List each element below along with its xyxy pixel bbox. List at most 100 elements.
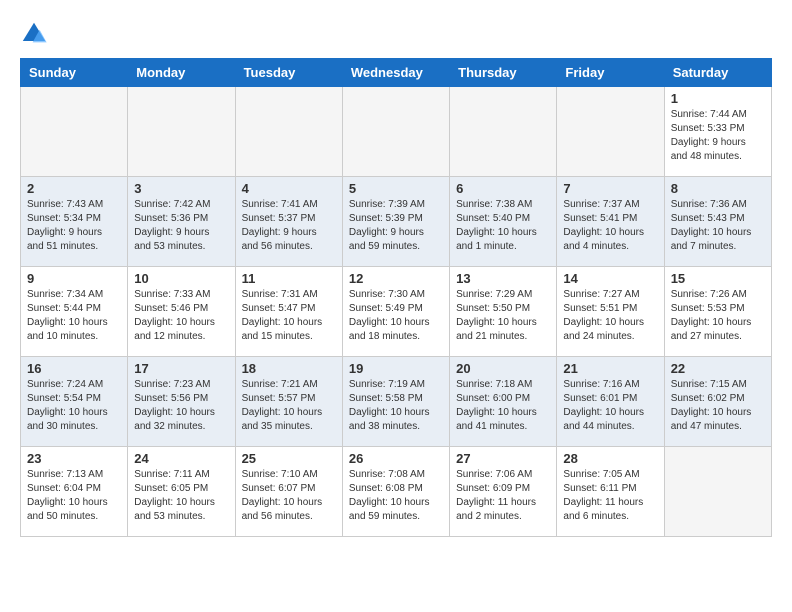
day-number: 1 [671, 91, 765, 106]
calendar-day-cell: 11 Sunrise: 7:31 AM Sunset: 5:47 PM Dayli… [235, 267, 342, 357]
calendar-day-cell: 27 Sunrise: 7:06 AM Sunset: 6:09 PM Dayli… [450, 447, 557, 537]
calendar-day-cell: 18 Sunrise: 7:21 AM Sunset: 5:57 PM Dayli… [235, 357, 342, 447]
day-number: 15 [671, 271, 765, 286]
calendar-day-cell: 12Sunrise: 7:30 AM Sunset: 5:49 PM Dayli… [342, 267, 449, 357]
page-header [20, 20, 772, 48]
day-info-text: Sunrise: 7:30 AM Sunset: 5:49 PM Dayligh… [349, 288, 443, 344]
day-number: 11 [242, 271, 336, 286]
day-number: 13 [456, 271, 550, 286]
day-number: 16 [27, 361, 121, 376]
logo [20, 20, 52, 48]
day-info-text: Sunrise: 7:13 AM Sunset: 6:04 PM Dayligh… [27, 468, 121, 524]
day-info-text: Sunrise: 7:42 AM Sunset: 5:36 PM Dayligh… [134, 198, 228, 254]
day-number: 23 [27, 451, 121, 466]
calendar-day-cell: 3 Sunrise: 7:42 AM Sunset: 5:36 PM Daylig… [128, 177, 235, 267]
day-info-text: Sunrise: 7:34 AM Sunset: 5:44 PM Dayligh… [27, 288, 121, 344]
day-of-week-header: Saturday [664, 59, 771, 87]
day-of-week-header: Wednesday [342, 59, 449, 87]
day-info-text: Sunrise: 7:44 AM Sunset: 5:33 PM Dayligh… [671, 108, 765, 164]
calendar-day-cell [21, 87, 128, 177]
calendar-day-cell: 20 Sunrise: 7:18 AM Sunset: 6:00 PM Dayli… [450, 357, 557, 447]
day-info-text: Sunrise: 7:11 AM Sunset: 6:05 PM Dayligh… [134, 468, 228, 524]
day-info-text: Sunrise: 7:26 AM Sunset: 5:53 PM Dayligh… [671, 288, 765, 344]
calendar-day-cell: 10 Sunrise: 7:33 AM Sunset: 5:46 PM Dayli… [128, 267, 235, 357]
day-info-text: Sunrise: 7:06 AM Sunset: 6:09 PM Dayligh… [456, 468, 550, 524]
day-info-text: Sunrise: 7:39 AM Sunset: 5:39 PM Dayligh… [349, 198, 443, 254]
calendar-day-cell: 23 Sunrise: 7:13 AM Sunset: 6:04 PM Dayli… [21, 447, 128, 537]
day-info-text: Sunrise: 7:41 AM Sunset: 5:37 PM Dayligh… [242, 198, 336, 254]
day-number: 4 [242, 181, 336, 196]
calendar-week-row: 23 Sunrise: 7:13 AM Sunset: 6:04 PM Dayli… [21, 447, 772, 537]
calendar-day-cell [342, 87, 449, 177]
calendar-day-cell: 24 Sunrise: 7:11 AM Sunset: 6:05 PM Dayli… [128, 447, 235, 537]
day-of-week-header: Monday [128, 59, 235, 87]
calendar-day-cell: 1 Sunrise: 7:44 AM Sunset: 5:33 PM Daylig… [664, 87, 771, 177]
calendar-day-cell: 9 Sunrise: 7:34 AM Sunset: 5:44 PM Daylig… [21, 267, 128, 357]
day-number: 2 [27, 181, 121, 196]
day-info-text: Sunrise: 7:33 AM Sunset: 5:46 PM Dayligh… [134, 288, 228, 344]
day-number: 18 [242, 361, 336, 376]
calendar-day-cell: 26 Sunrise: 7:08 AM Sunset: 6:08 PM Dayli… [342, 447, 449, 537]
day-info-text: Sunrise: 7:19 AM Sunset: 5:58 PM Dayligh… [349, 378, 443, 434]
day-info-text: Sunrise: 7:24 AM Sunset: 5:54 PM Dayligh… [27, 378, 121, 434]
day-number: 8 [671, 181, 765, 196]
day-info-text: Sunrise: 7:36 AM Sunset: 5:43 PM Dayligh… [671, 198, 765, 254]
calendar-week-row: 2 Sunrise: 7:43 AM Sunset: 5:34 PM Daylig… [21, 177, 772, 267]
day-number: 19 [349, 361, 443, 376]
calendar-day-cell: 7Sunrise: 7:37 AM Sunset: 5:41 PM Daylig… [557, 177, 664, 267]
calendar-table: SundayMondayTuesdayWednesdayThursdayFrid… [20, 58, 772, 537]
calendar-header-row: SundayMondayTuesdayWednesdayThursdayFrid… [21, 59, 772, 87]
calendar-day-cell: 15 Sunrise: 7:26 AM Sunset: 5:53 PM Dayli… [664, 267, 771, 357]
calendar-day-cell: 8 Sunrise: 7:36 AM Sunset: 5:43 PM Daylig… [664, 177, 771, 267]
calendar-day-cell: 2 Sunrise: 7:43 AM Sunset: 5:34 PM Daylig… [21, 177, 128, 267]
day-info-text: Sunrise: 7:21 AM Sunset: 5:57 PM Dayligh… [242, 378, 336, 434]
day-number: 17 [134, 361, 228, 376]
day-of-week-header: Thursday [450, 59, 557, 87]
day-number: 5 [349, 181, 443, 196]
day-of-week-header: Friday [557, 59, 664, 87]
calendar-day-cell: 14 Sunrise: 7:27 AM Sunset: 5:51 PM Dayli… [557, 267, 664, 357]
day-number: 20 [456, 361, 550, 376]
calendar-day-cell [450, 87, 557, 177]
day-number: 24 [134, 451, 228, 466]
day-number: 14 [563, 271, 657, 286]
calendar-week-row: 9 Sunrise: 7:34 AM Sunset: 5:44 PM Daylig… [21, 267, 772, 357]
calendar-day-cell: 19 Sunrise: 7:19 AM Sunset: 5:58 PM Dayli… [342, 357, 449, 447]
day-info-text: Sunrise: 7:16 AM Sunset: 6:01 PM Dayligh… [563, 378, 657, 434]
day-number: 7 [563, 181, 657, 196]
calendar-day-cell [557, 87, 664, 177]
day-number: 22 [671, 361, 765, 376]
day-number: 9 [27, 271, 121, 286]
calendar-day-cell: 6 Sunrise: 7:38 AM Sunset: 5:40 PM Daylig… [450, 177, 557, 267]
calendar-week-row: 1 Sunrise: 7:44 AM Sunset: 5:33 PM Daylig… [21, 87, 772, 177]
calendar-day-cell [235, 87, 342, 177]
day-info-text: Sunrise: 7:15 AM Sunset: 6:02 PM Dayligh… [671, 378, 765, 434]
day-info-text: Sunrise: 7:31 AM Sunset: 5:47 PM Dayligh… [242, 288, 336, 344]
calendar-day-cell: 5 Sunrise: 7:39 AM Sunset: 5:39 PM Daylig… [342, 177, 449, 267]
calendar-week-row: 16 Sunrise: 7:24 AM Sunset: 5:54 PM Dayli… [21, 357, 772, 447]
calendar-day-cell: 17 Sunrise: 7:23 AM Sunset: 5:56 PM Dayli… [128, 357, 235, 447]
day-info-text: Sunrise: 7:43 AM Sunset: 5:34 PM Dayligh… [27, 198, 121, 254]
day-info-text: Sunrise: 7:38 AM Sunset: 5:40 PM Dayligh… [456, 198, 550, 254]
day-info-text: Sunrise: 7:10 AM Sunset: 6:07 PM Dayligh… [242, 468, 336, 524]
day-number: 10 [134, 271, 228, 286]
calendar-day-cell: 25 Sunrise: 7:10 AM Sunset: 6:07 PM Dayli… [235, 447, 342, 537]
day-number: 28 [563, 451, 657, 466]
calendar-day-cell [128, 87, 235, 177]
day-of-week-header: Sunday [21, 59, 128, 87]
day-number: 26 [349, 451, 443, 466]
day-number: 27 [456, 451, 550, 466]
day-number: 3 [134, 181, 228, 196]
calendar-day-cell: 13Sunrise: 7:29 AM Sunset: 5:50 PM Dayli… [450, 267, 557, 357]
day-info-text: Sunrise: 7:18 AM Sunset: 6:00 PM Dayligh… [456, 378, 550, 434]
day-number: 6 [456, 181, 550, 196]
calendar-day-cell: 28Sunrise: 7:05 AM Sunset: 6:11 PM Dayli… [557, 447, 664, 537]
calendar-day-cell: 22 Sunrise: 7:15 AM Sunset: 6:02 PM Dayli… [664, 357, 771, 447]
day-of-week-header: Tuesday [235, 59, 342, 87]
day-number: 21 [563, 361, 657, 376]
day-info-text: Sunrise: 7:27 AM Sunset: 5:51 PM Dayligh… [563, 288, 657, 344]
day-info-text: Sunrise: 7:08 AM Sunset: 6:08 PM Dayligh… [349, 468, 443, 524]
logo-icon [20, 20, 48, 48]
day-info-text: Sunrise: 7:23 AM Sunset: 5:56 PM Dayligh… [134, 378, 228, 434]
day-number: 25 [242, 451, 336, 466]
